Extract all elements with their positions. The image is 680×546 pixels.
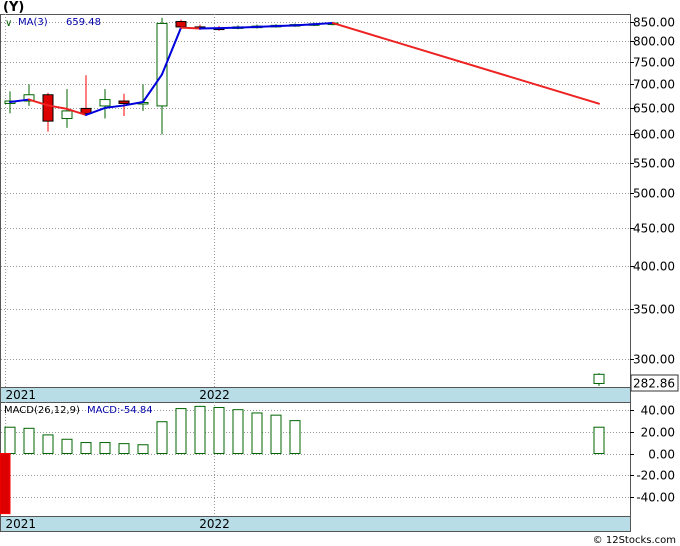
macd-bar	[118, 443, 130, 455]
ma-segment	[180, 26, 201, 30]
macd-y-tick-label: -40.00	[636, 491, 675, 505]
macd-x-tick-label: 2021	[6, 517, 37, 531]
macd-x-tick-label: 2022	[199, 517, 230, 531]
macd-y-tick-label: 0.00	[648, 448, 675, 462]
macd-y-tick-label: 20.00	[641, 426, 675, 440]
price-y-tick-label: 600.00	[633, 128, 675, 142]
price-y-tick-label: 800.00	[633, 35, 675, 49]
price-x-tick-label: 2021	[6, 388, 37, 402]
macd-bar	[194, 405, 206, 455]
ma-segment	[256, 25, 277, 28]
macd-bar	[137, 444, 149, 455]
macd-bar	[289, 420, 301, 455]
macd-bar	[99, 442, 111, 455]
y-tick-labels: 300.00 350.00 400.00 450.00 500.00 550.00 600.…	[633, 16, 675, 505]
macd-bar	[251, 412, 263, 455]
macd-panel-frame	[0, 402, 631, 532]
price-y-tick-label: 350.00	[633, 303, 675, 317]
price-y-tick-label: 550.00	[633, 157, 675, 171]
macd-bar	[156, 421, 168, 455]
macd-x-axis-band	[1, 516, 630, 531]
price-y-tick-label: 450.00	[633, 222, 675, 236]
macd-bar	[4, 426, 16, 455]
candle	[593, 373, 605, 386]
credit-text: © 12Stocks.com	[593, 535, 676, 546]
macd-bar	[80, 442, 92, 455]
candle-body	[99, 99, 111, 107]
macd-bar	[42, 434, 54, 455]
price-y-tick-label: 750.00	[633, 56, 675, 70]
candle-body	[175, 21, 187, 28]
ma-legend-label: MA(3)	[18, 17, 48, 28]
candle-body	[61, 110, 73, 120]
candle-body	[593, 373, 605, 384]
ma-segment	[237, 25, 258, 29]
candle-body	[118, 100, 130, 104]
macd-bar	[213, 406, 225, 455]
macd-y-tick-label: -20.00	[636, 469, 675, 483]
price-y-tick-label: 500.00	[633, 187, 675, 201]
macd-bar	[61, 438, 73, 455]
macd-bar	[232, 409, 244, 455]
ticker-title: (Y)	[3, 0, 24, 15]
price-y-tick-label: 850.00	[633, 16, 675, 30]
price-x-axis-band	[1, 387, 630, 402]
macd-bar	[593, 426, 605, 455]
price-y-tick-label: 400.00	[633, 260, 675, 274]
stock-chart: 300.00 350.00 400.00 450.00 500.00 550.00 600.…	[0, 0, 679, 546]
candle-body	[42, 94, 54, 122]
last-price-label: 282.86	[633, 377, 675, 391]
price-x-tick-label: 2022	[199, 388, 230, 402]
ma-segment	[275, 24, 296, 28]
price-y-tick-label: 650.00	[633, 102, 675, 116]
macd-legend-value: MACD:-54.84	[87, 405, 153, 416]
legend-marker: ∨	[5, 18, 12, 29]
macd-bar	[23, 427, 35, 455]
price-y-tick-label: 700.00	[633, 78, 675, 92]
macd-y-tick-label: 40.00	[641, 404, 675, 418]
macd-legend-label: MACD(26,12,9)	[4, 405, 80, 416]
ma-legend-value: 659.48	[66, 17, 101, 28]
ma-segment	[294, 23, 315, 27]
macd-bar	[0, 453, 11, 515]
macd-bar	[270, 414, 282, 455]
ma-segment	[313, 22, 334, 26]
macd-bar	[175, 408, 187, 455]
price-y-tick-label: 300.00	[633, 353, 675, 367]
price-panel-frame	[0, 14, 631, 402]
